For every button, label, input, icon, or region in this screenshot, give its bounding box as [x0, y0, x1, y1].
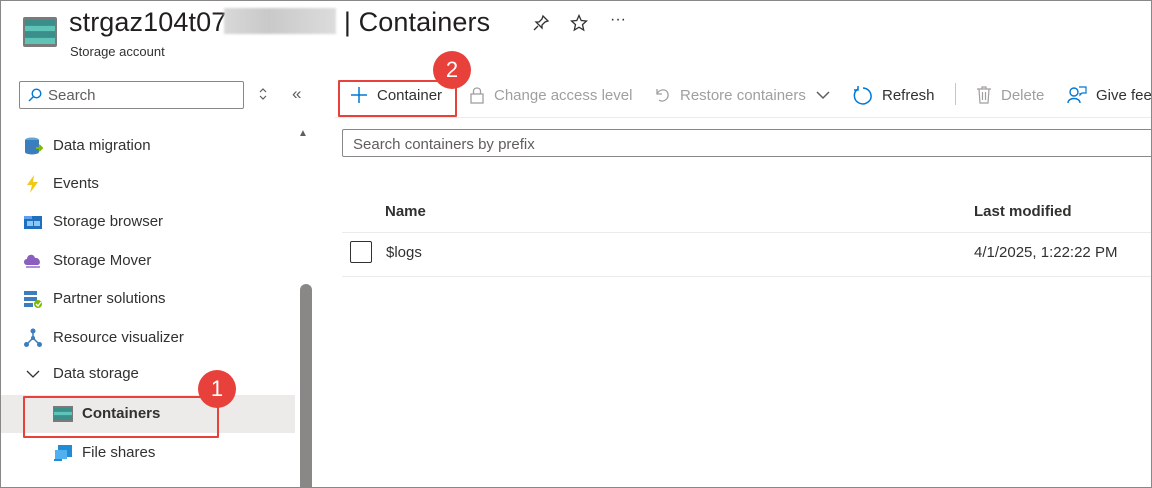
trash-icon — [977, 86, 991, 104]
container-name-cell[interactable]: $logs — [386, 244, 422, 261]
chevron-down-icon — [816, 91, 830, 100]
sidebar-item-storage-browser[interactable]: Storage browser — [1, 203, 295, 241]
row-checkbox[interactable] — [350, 241, 372, 263]
resource-visualizer-icon — [24, 328, 42, 347]
column-header-name[interactable]: Name — [385, 203, 426, 220]
chevron-down-icon — [26, 370, 40, 378]
last-modified-cell: 4/1/2025, 1:22:22 PM — [974, 244, 1118, 261]
portal-window: strgaz104t07 | Containers Storage accoun… — [0, 0, 1152, 488]
delete-label: Delete — [1001, 86, 1045, 104]
queues-icon — [53, 482, 73, 488]
header-row-divider — [342, 232, 1151, 233]
partner-solutions-icon — [24, 291, 42, 308]
column-header-last-modified[interactable]: Last modified — [974, 203, 1072, 220]
sidebar-search-input[interactable] — [48, 85, 238, 105]
refresh-button[interactable]: Refresh — [852, 81, 935, 109]
container-filter-input[interactable] — [353, 134, 1053, 154]
restore-icon — [656, 89, 669, 102]
restore-containers-label: Restore containers — [680, 86, 806, 104]
sidebar-group-label: Data storage — [53, 365, 139, 382]
refresh-label: Refresh — [882, 86, 935, 104]
sidebar-search[interactable] — [19, 81, 244, 109]
give-feedback-label: Give fee — [1096, 86, 1152, 104]
chevron-updown-icon[interactable] — [257, 86, 269, 105]
callout-badge-1: 1 — [198, 370, 236, 408]
sidebar-item-data-migration[interactable]: Data migration — [1, 127, 295, 165]
page-subtitle: Storage account — [70, 44, 165, 59]
more-options-icon[interactable]: ··· — [610, 11, 626, 29]
sidebar-item-label: Partner solutions — [53, 290, 166, 307]
row-divider — [342, 276, 1151, 277]
sidebar-scroll-thumb[interactable] — [300, 284, 312, 487]
collapse-sidebar-button[interactable]: « — [292, 84, 301, 104]
lightning-icon — [27, 175, 38, 193]
storage-browser-icon — [24, 216, 42, 229]
sidebar-item-partner-solutions[interactable]: Partner solutions — [1, 280, 295, 318]
sidebar-item-label: Events — [53, 175, 99, 192]
give-feedback-button[interactable]: Give fee — [1067, 81, 1152, 109]
callout-badge-2: 2 — [433, 51, 471, 89]
storage-account-icon — [23, 17, 57, 47]
sidebar-item-label: Data migration — [53, 137, 151, 154]
restore-containers-button[interactable]: Restore containers — [653, 81, 831, 109]
sidebar-item-queues[interactable] — [1, 473, 295, 488]
storage-mover-icon — [24, 254, 40, 268]
scroll-up-arrow-icon[interactable]: ▲ — [298, 128, 308, 139]
feedback-icon — [1067, 86, 1087, 104]
star-icon[interactable] — [569, 13, 589, 37]
sidebar-item-storage-mover[interactable]: Storage Mover — [1, 242, 295, 280]
change-access-level-button[interactable]: Change access level — [469, 81, 632, 109]
toolbar-underline — [335, 117, 1151, 118]
sidebar-item-file-shares[interactable]: File shares — [1, 434, 295, 472]
page-title-prefix: strgaz104t07 — [69, 7, 227, 37]
page-title: strgaz104t07 | Containers — [69, 7, 490, 38]
toolbar-divider — [955, 83, 956, 105]
sidebar-item-label: Resource visualizer — [53, 329, 184, 346]
page-title-suffix: | Containers — [343, 7, 491, 37]
sidebar-item-events[interactable]: Events — [1, 165, 295, 203]
refresh-icon — [853, 85, 872, 105]
change-access-level-label: Change access level — [494, 86, 633, 104]
sidebar-item-label: Storage Mover — [53, 252, 152, 269]
redacted-account-name — [224, 8, 337, 34]
sidebar-group-data-storage[interactable]: Data storage — [1, 355, 295, 393]
data-migration-icon — [25, 137, 43, 155]
lock-icon — [470, 87, 484, 104]
file-shares-icon — [54, 445, 72, 461]
callout-box-containers — [23, 396, 219, 438]
sidebar-item-label: File shares — [82, 444, 156, 461]
delete-button[interactable]: Delete — [976, 81, 1044, 109]
search-icon — [28, 88, 42, 102]
sidebar-item-label: Storage browser — [53, 213, 164, 230]
callout-box-add-container — [338, 80, 457, 117]
pin-icon[interactable] — [532, 14, 550, 37]
container-filter[interactable] — [342, 129, 1151, 157]
sidebar-item-resource-visualizer[interactable]: Resource visualizer — [1, 319, 295, 357]
